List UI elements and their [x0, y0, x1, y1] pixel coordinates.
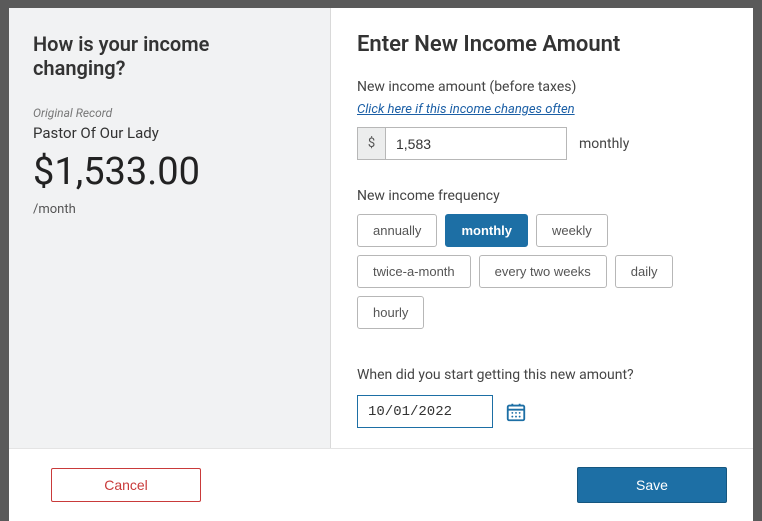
- currency-prefix: $: [357, 127, 385, 160]
- amount-field-label: New income amount (before taxes): [357, 79, 727, 95]
- right-heading: Enter New Income Amount: [357, 32, 727, 57]
- frequency-option-weekly[interactable]: weekly: [536, 214, 608, 247]
- original-record-panel: How is your income changing? Original Re…: [9, 8, 331, 448]
- modal-body: How is your income changing? Original Re…: [9, 8, 753, 448]
- frequency-option-annually[interactable]: annually: [357, 214, 437, 247]
- date-input-row: [357, 395, 727, 428]
- frequency-button-group: annually monthly weekly twice-a-month ev…: [357, 214, 727, 329]
- income-changes-often-link[interactable]: Click here if this income changes often: [357, 102, 575, 117]
- date-field-label: When did you start getting this new amou…: [357, 367, 727, 383]
- income-change-modal: How is your income changing? Original Re…: [9, 8, 753, 521]
- frequency-option-twice-a-month[interactable]: twice-a-month: [357, 255, 471, 288]
- new-income-panel: Enter New Income Amount New income amoun…: [331, 8, 753, 448]
- amount-input-row: $ monthly: [357, 127, 727, 160]
- frequency-option-hourly[interactable]: hourly: [357, 296, 424, 329]
- modal-footer: Cancel Save: [9, 448, 753, 521]
- frequency-option-daily[interactable]: daily: [615, 255, 674, 288]
- original-frequency: /month: [33, 202, 306, 217]
- amount-frequency-suffix: monthly: [579, 136, 629, 152]
- frequency-option-every-two-weeks[interactable]: every two weeks: [479, 255, 607, 288]
- original-record-label: Original Record: [33, 106, 306, 120]
- original-income-source: Pastor Of Our Lady: [33, 124, 306, 142]
- new-income-amount-input[interactable]: [385, 127, 567, 160]
- save-button[interactable]: Save: [577, 467, 727, 503]
- calendar-icon[interactable]: [505, 401, 527, 423]
- cancel-button[interactable]: Cancel: [51, 468, 201, 502]
- original-amount: $1,533.00: [33, 152, 306, 194]
- frequency-option-monthly[interactable]: monthly: [445, 214, 528, 247]
- left-heading: How is your income changing?: [33, 32, 306, 80]
- frequency-field-label: New income frequency: [357, 188, 727, 204]
- start-date-input[interactable]: [357, 395, 493, 428]
